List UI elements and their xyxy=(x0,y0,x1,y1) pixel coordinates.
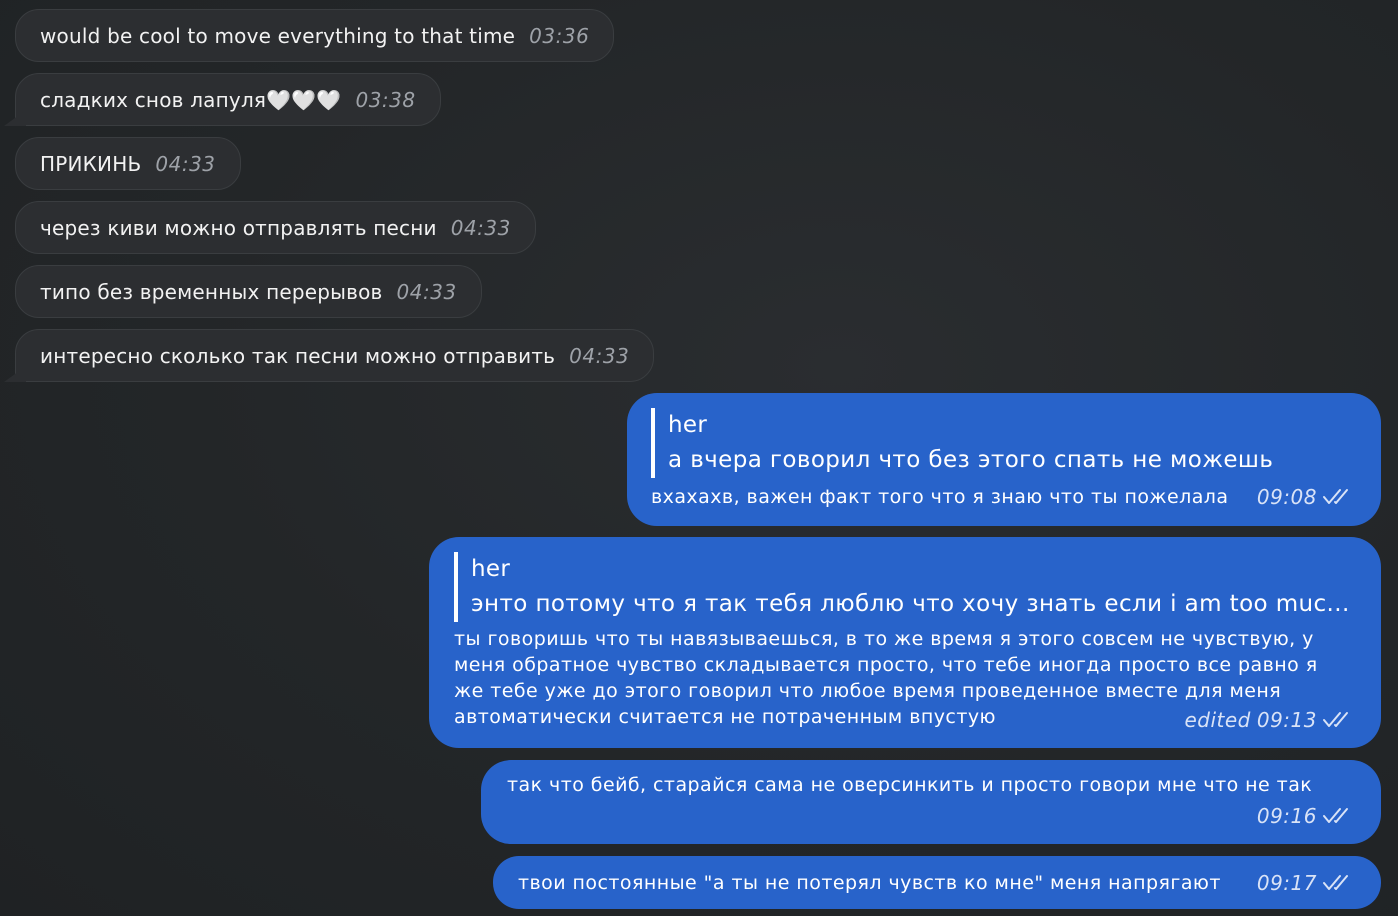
message-meta: 09:17 xyxy=(1257,871,1353,895)
message-text: твои постоянные "а ты не потерял чувств … xyxy=(518,871,1221,894)
double-check-icon xyxy=(1323,807,1353,825)
outgoing-message[interactable]: твои постоянные "а ты не потерял чувств … xyxy=(493,856,1381,909)
bubble-tail xyxy=(4,366,26,382)
incoming-message[interactable]: типо без временных перерывов 04:33 xyxy=(15,265,482,318)
message-meta: 09:16 xyxy=(1257,804,1353,828)
incoming-message[interactable]: ПРИКИНЬ 04:33 xyxy=(15,137,241,190)
message-time: 09:16 xyxy=(1256,804,1317,828)
reply-quote[interactable]: her а вчера говорил что без этого спать … xyxy=(651,408,1353,478)
outgoing-message[interactable]: her а вчера говорил что без этого спать … xyxy=(627,393,1381,526)
message-time: 04:33 xyxy=(396,279,457,304)
incoming-message[interactable]: через киви можно отправлять песни 04:33 xyxy=(15,201,536,254)
message-meta: edited 09:13 xyxy=(1184,708,1353,732)
message-text: через киви можно отправлять песни xyxy=(40,215,437,240)
message-time: 04:33 xyxy=(450,215,511,240)
reply-quote[interactable]: her энто потому что я так тебя люблю что… xyxy=(454,552,1353,622)
incoming-message[interactable]: интересно сколько так песни можно отправ… xyxy=(4,329,655,382)
message-time: 04:33 xyxy=(569,343,630,368)
double-check-icon xyxy=(1323,874,1353,892)
edited-label: edited xyxy=(1184,708,1251,732)
message-time: 09:17 xyxy=(1256,870,1317,895)
message-time: 03:36 xyxy=(529,23,590,48)
message-text: типо без временных перерывов xyxy=(40,279,383,304)
outgoing-message[interactable]: так что бейб, старайся сама не оверсинки… xyxy=(481,760,1381,844)
double-check-icon xyxy=(1323,711,1353,729)
message-time: 09:13 xyxy=(1256,708,1317,732)
message-text: вхахахв, важен факт того что я знаю что … xyxy=(651,486,1229,508)
message-text: сладких снов лапуля🤍🤍🤍 xyxy=(40,87,342,112)
incoming-message[interactable]: сладких снов лапуля🤍🤍🤍 03:38 xyxy=(4,73,441,126)
double-check-icon xyxy=(1323,488,1353,506)
message-time: 09:08 xyxy=(1256,485,1317,509)
message-text: так что бейб, старайся сама не оверсинки… xyxy=(507,774,1313,796)
outgoing-message[interactable]: her энто потому что я так тебя люблю что… xyxy=(429,537,1381,748)
message-meta: 09:08 xyxy=(1257,485,1353,509)
bubble-tail xyxy=(4,110,26,126)
reply-text: энто потому что я так тебя люблю что хоч… xyxy=(471,591,1350,617)
chat-history: would be cool to move everything to that… xyxy=(0,0,1398,916)
reply-text: а вчера говорил что без этого спать не м… xyxy=(668,447,1274,473)
message-text: ПРИКИНЬ xyxy=(40,151,142,176)
message-time: 04:33 xyxy=(155,151,216,176)
message-text: would be cool to move everything to that… xyxy=(40,23,516,48)
reply-author: her xyxy=(668,412,708,438)
message-time: 03:38 xyxy=(355,87,416,112)
reply-author: her xyxy=(471,556,511,582)
incoming-message[interactable]: would be cool to move everything to that… xyxy=(15,9,615,62)
message-text: интересно сколько так песни можно отправ… xyxy=(40,343,556,368)
